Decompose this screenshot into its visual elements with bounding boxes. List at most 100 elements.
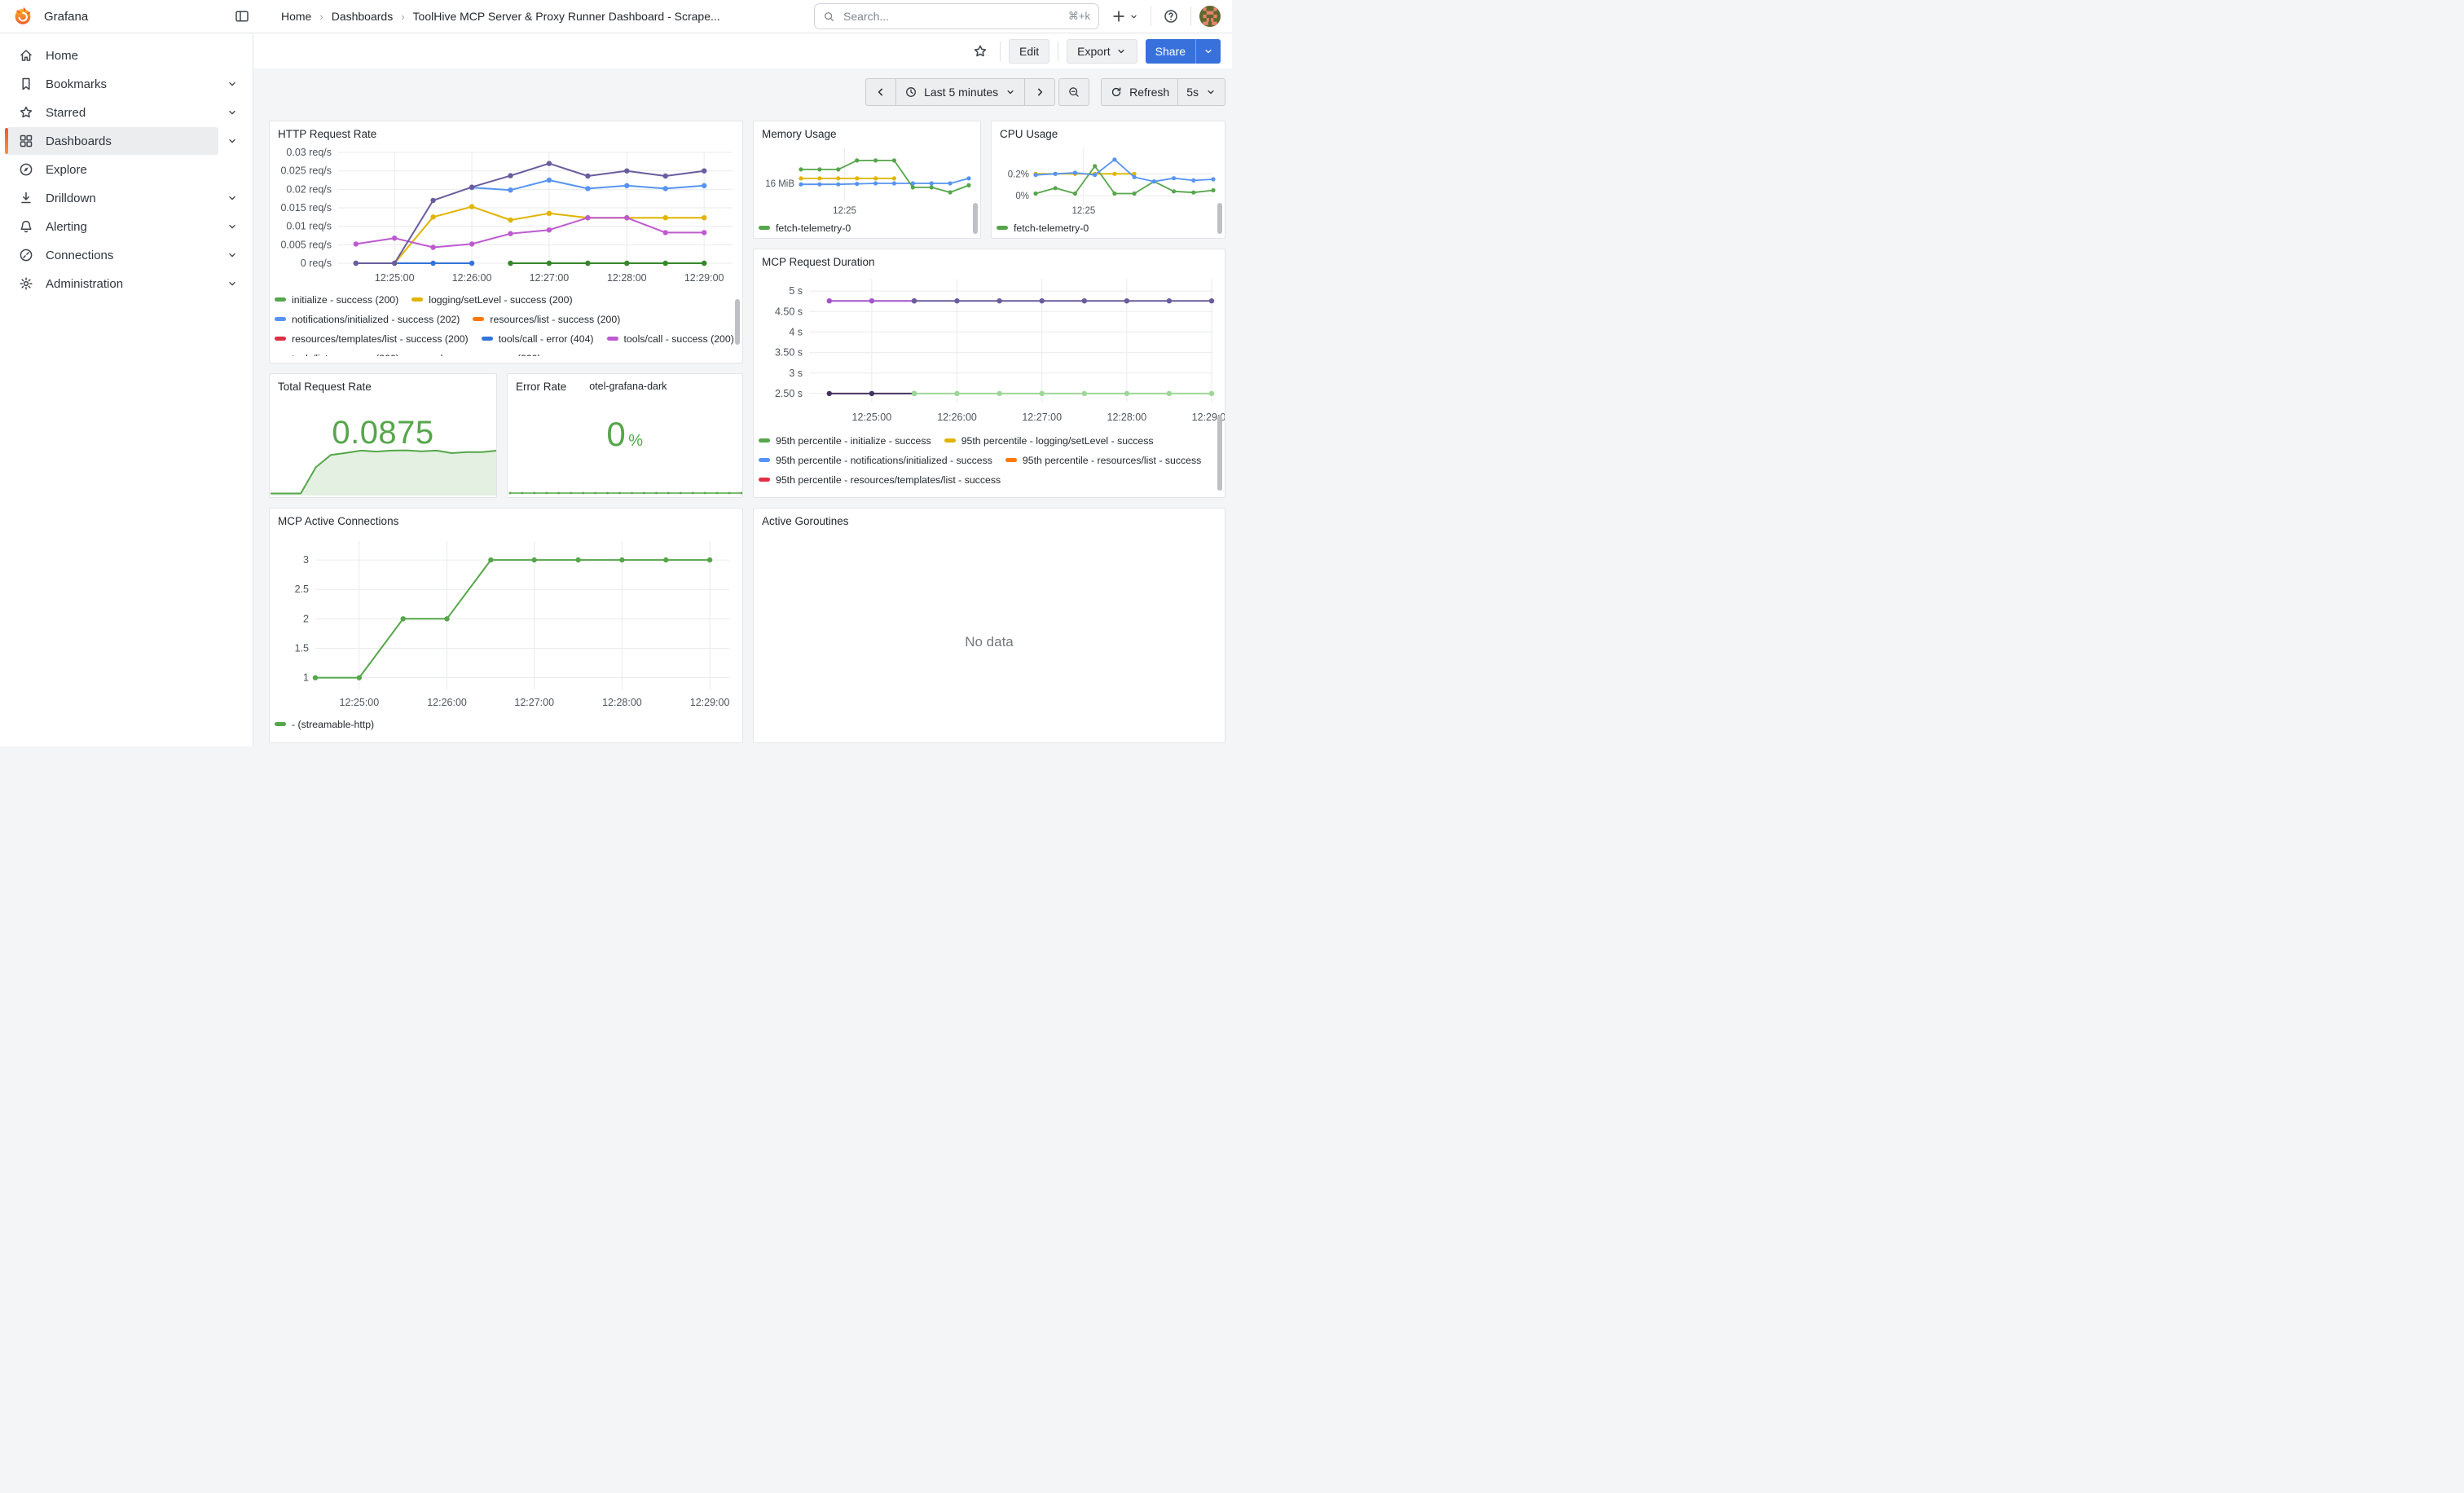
legend-item[interactable]: 95th percentile - logging/setLevel - suc… [944,434,1154,447]
breadcrumb-item[interactable]: ToolHive MCP Server & Proxy Runner Dashb… [413,10,720,23]
dock-menu-icon[interactable] [231,5,253,28]
avatar[interactable] [1199,6,1221,27]
legend-scrollbar[interactable] [1217,416,1222,491]
chevron-right-icon [1033,86,1046,99]
legend-item[interactable]: tools/call - success (200) [607,332,734,346]
star-icon [18,104,34,121]
legend-item[interactable]: - (streamable-http) [275,717,374,731]
legend-item[interactable]: 95th percentile - resources/templates/li… [759,473,1001,487]
chevron-down-icon[interactable] [218,106,246,119]
sidebar-item-dashboards[interactable]: Dashboards [7,127,246,155]
dashboards-icon [18,133,34,149]
chevron-down-icon[interactable] [218,77,246,90]
grafana-logo[interactable] [13,7,33,26]
svg-text:0.03 req/s: 0.03 req/s [286,147,332,158]
chevron-down-icon[interactable] [218,249,246,262]
legend-color-chip [275,317,286,321]
legend-item[interactable]: 95th percentile - initialize - success [759,434,931,447]
panel-active-goroutines: Active Goroutines No data [753,508,1225,743]
stat-value: 0.0875 [270,415,496,451]
sidebar-item-explore[interactable]: Explore [7,156,246,183]
sidebar-item-label: Connections [46,249,113,262]
legend-scrollbar[interactable] [735,299,740,345]
svg-text:0.005 req/s: 0.005 req/s [280,239,332,250]
sidebar-item-starred[interactable]: Starred [7,99,246,126]
new-button[interactable] [1107,5,1142,28]
legend-item[interactable]: notifications/initialized - success (202… [275,312,460,326]
legend-item[interactable]: logging/setLevel - success (200) [411,293,572,306]
legend-scrollbar[interactable] [973,203,978,234]
legend-item[interactable]: initialize - success (200) [275,293,398,306]
legend-item[interactable]: 95th percentile - resources/list - succe… [1005,453,1201,467]
panel-title[interactable]: CPU Usage [992,121,1225,143]
http-request-rate-chart: 12:25:0012:26:0012:27:0012:28:0012:29:00… [276,143,737,289]
share-button[interactable]: Share [1146,39,1195,64]
svg-text:12:25:00: 12:25:00 [852,412,892,423]
svg-text:16 MiB: 16 MiB [765,179,794,189]
legend-color-chip [944,438,956,443]
legend-item[interactable]: unknown - success (200) [412,351,541,356]
sidebar-item-bookmarks[interactable]: Bookmarks [7,70,246,98]
export-button[interactable]: Export [1067,39,1137,64]
sidebar-item-alerting[interactable]: Alerting [7,213,246,240]
time-range-picker[interactable]: Last 5 minutes [895,79,1024,105]
svg-text:2.50 s: 2.50 s [775,388,803,399]
sidebar-item-connections[interactable]: Connections [7,241,246,269]
zoom-out-button[interactable] [1059,79,1089,105]
breadcrumb-item[interactable]: Dashboards [332,10,394,23]
chevron-down-icon[interactable] [218,134,246,148]
sidebar-item-drilldown[interactable]: Drilldown [7,184,246,212]
legend-color-chip [997,226,1008,230]
chevron-down-icon[interactable] [218,277,246,290]
breadcrumb-separator: › [319,11,323,23]
legend-item[interactable]: tools/list - success (200) [275,351,399,356]
share-dropdown-button[interactable] [1195,39,1221,64]
svg-text:12:25: 12:25 [1071,206,1095,216]
refresh-interval-picker[interactable]: 5s [1177,79,1225,105]
drilldown-icon [18,190,34,206]
legend-item[interactable]: resources/list - success (200) [473,312,620,326]
edit-button[interactable]: Edit [1009,39,1049,64]
refresh-button[interactable]: Refresh [1102,79,1177,105]
legend-label: resources/templates/list - success (200) [292,333,469,345]
panel-title[interactable]: Total Request Rate [270,374,496,395]
legend-item[interactable]: tools/call - error (404) [482,332,594,346]
time-range-label: Last 5 minutes [924,86,998,99]
panel-title[interactable]: MCP Active Connections [270,509,742,530]
legend-item[interactable]: fetch-telemetry-0 [997,221,1089,235]
svg-text:12:27:00: 12:27:00 [1022,412,1062,423]
legend-item[interactable]: 95th percentile - notifications/initiali… [759,453,992,467]
breadcrumb-item[interactable]: Home [281,10,311,23]
chart-legend: initialize - success (200) logging/setLev… [270,289,742,356]
legend-label: 95th percentile - notifications/initiali… [776,455,992,466]
zoom-out-icon [1067,86,1080,99]
legend-color-chip [275,337,286,341]
legend-item[interactable]: resources/templates/list - success (200) [275,332,469,346]
legend-color-chip [482,337,493,341]
chevron-down-icon [1203,46,1214,57]
panel-mcp-active-connections: MCP Active Connections 12:25:0012:26:001… [269,508,743,743]
panel-title[interactable]: HTTP Request Rate [270,121,742,143]
legend-item[interactable]: fetch-telemetry-0 [759,221,851,235]
panel-title[interactable]: MCP Request Duration [754,249,1225,271]
sidebar-item-home[interactable]: Home [7,42,246,69]
legend-color-chip [759,438,770,443]
help-button[interactable] [1159,5,1182,28]
search-input[interactable]: ⌘+k [814,3,1099,29]
svg-text:12:28:00: 12:28:00 [607,272,647,284]
time-back-button[interactable] [866,79,895,105]
chart-legend: 95th percentile - initialize - success 95… [754,430,1225,498]
time-forward-button[interactable] [1024,79,1054,105]
chevron-down-icon[interactable] [218,220,246,233]
legend-color-chip [759,478,770,482]
svg-text:12:26:00: 12:26:00 [937,412,977,423]
favorite-star-button[interactable] [969,40,992,63]
svg-text:12:27:00: 12:27:00 [514,697,554,708]
breadcrumb: Home›Dashboards›ToolHive MCP Server & Pr… [281,10,720,23]
sidebar-item-administration[interactable]: Administration [7,270,246,297]
legend-label: 95th percentile - logging/setLevel - suc… [961,435,1154,447]
search-field[interactable] [842,9,1062,24]
legend-scrollbar[interactable] [1217,203,1222,234]
panel-title[interactable]: Memory Usage [754,121,980,143]
chevron-down-icon[interactable] [218,192,246,205]
